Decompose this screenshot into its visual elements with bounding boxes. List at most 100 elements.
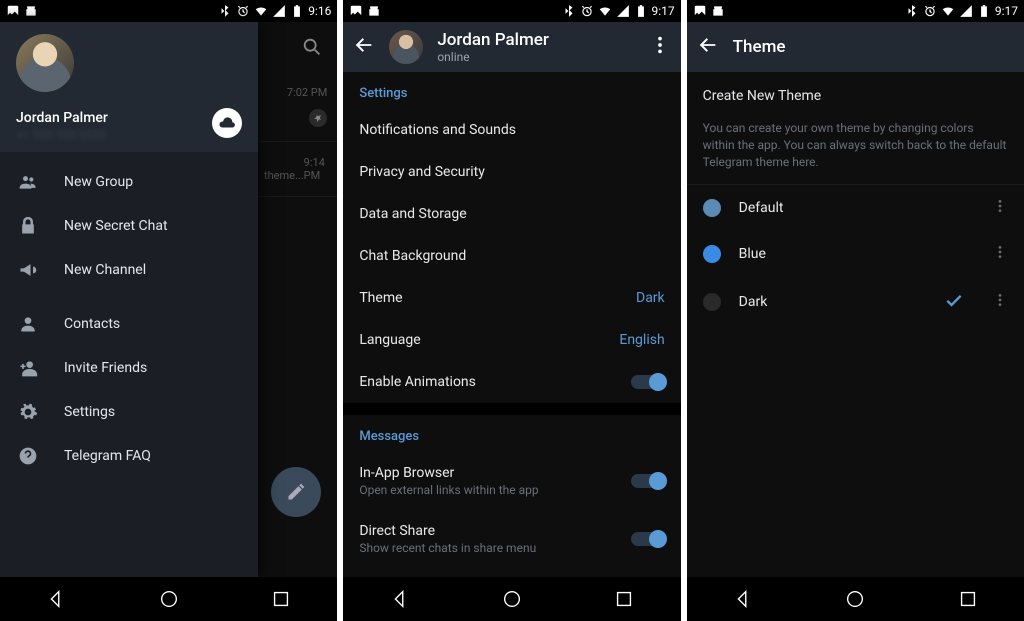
drawer-item-settings[interactable]: Settings (0, 390, 258, 434)
more-button[interactable] (649, 34, 671, 60)
nav-home-icon[interactable] (158, 588, 180, 610)
theme-more-button[interactable] (992, 244, 1008, 264)
theme-option-default[interactable]: Default (687, 185, 1024, 231)
back-button[interactable] (697, 34, 719, 60)
more-vert-icon (992, 244, 1008, 260)
more-vert-icon (992, 198, 1008, 214)
nav-home-icon[interactable] (844, 588, 866, 610)
theme-name: Blue (739, 246, 974, 262)
phone-screen-theme: 9:17 Theme Create New Theme You can crea… (687, 0, 1024, 621)
row-chat-bg[interactable]: Chat Background (343, 235, 680, 277)
chat-time: 9:14 PM (304, 156, 328, 182)
chat-row[interactable]: theme... 9:14 PM (258, 142, 337, 197)
create-theme-button[interactable]: Create New Theme (687, 72, 1024, 120)
alarm-icon (923, 4, 937, 18)
row-theme[interactable]: Theme Dark (343, 277, 680, 319)
android-nav-bar (0, 577, 337, 621)
swatch-icon (703, 293, 721, 311)
cloud-icon (218, 114, 236, 132)
avatar[interactable] (16, 34, 74, 92)
drawer-item-new-group[interactable]: New Group (0, 160, 258, 204)
row-label: Theme (359, 290, 402, 306)
app-bar: Jordan Palmer online (343, 22, 680, 72)
row-data-storage[interactable]: Data and Storage (343, 193, 680, 235)
shop-icon (24, 4, 38, 18)
status-bar: 9:16 (0, 0, 337, 22)
android-nav-bar (343, 577, 680, 621)
page-title: Theme (733, 37, 786, 57)
row-notifications[interactable]: Notifications and Sounds (343, 109, 680, 151)
signal-icon (616, 4, 630, 18)
settings-body: Settings Notifications and Sounds Privac… (343, 72, 680, 577)
drawer-label: Contacts (64, 316, 120, 332)
more-vert-icon (992, 292, 1008, 308)
alarm-icon (580, 4, 594, 18)
search-icon (301, 36, 323, 58)
section-messages: Messages (343, 415, 680, 452)
wifi-icon (598, 4, 612, 18)
image-icon (349, 4, 363, 18)
arrow-back-icon (697, 34, 719, 56)
chat-snippet: theme... (264, 169, 304, 182)
search-button[interactable] (301, 36, 323, 62)
theme-option-dark[interactable]: Dark (687, 277, 1024, 327)
nav-back-icon[interactable] (45, 588, 67, 610)
signal-icon (272, 4, 286, 18)
drawer-label: New Secret Chat (64, 218, 168, 234)
theme-body: Create New Theme You can create your own… (687, 72, 1024, 327)
drawer-item-faq[interactable]: Telegram FAQ (0, 434, 258, 478)
page-subtitle: online (437, 50, 634, 64)
row-label: Direct Share (359, 523, 536, 539)
row-label: Notifications and Sounds (359, 122, 516, 138)
row-label: Chat Background (359, 248, 466, 264)
nav-home-icon[interactable] (501, 588, 523, 610)
nav-recent-icon[interactable] (270, 588, 292, 610)
swatch-icon (703, 199, 721, 217)
theme-option-blue[interactable]: Blue (687, 231, 1024, 277)
pencil-icon (286, 482, 306, 502)
phone-screen-drawer: 9:16 Jordan Palmer +1 555 555 5555 New G… (0, 0, 337, 621)
image-icon (6, 4, 20, 18)
avatar[interactable] (389, 30, 423, 64)
status-time: 9:17 (652, 4, 675, 18)
back-button[interactable] (353, 34, 375, 60)
nav-back-icon[interactable] (732, 588, 754, 610)
drawer-header: Jordan Palmer +1 555 555 5555 (0, 22, 258, 152)
row-privacy[interactable]: Privacy and Security (343, 151, 680, 193)
row-stickers[interactable]: Stickers 22 (343, 568, 680, 577)
toggle-browser[interactable] (631, 474, 665, 488)
help-icon (18, 446, 38, 466)
user-name: Jordan Palmer (16, 110, 242, 126)
row-animations[interactable]: Enable Animations (343, 361, 680, 403)
shop-icon (711, 4, 725, 18)
drawer-label: Settings (64, 404, 115, 420)
battery-icon (977, 4, 991, 18)
image-icon (693, 4, 707, 18)
theme-more-button[interactable] (992, 292, 1008, 312)
nav-recent-icon[interactable] (957, 588, 979, 610)
row-direct-share[interactable]: Direct Share Show recent chats in share … (343, 510, 680, 568)
gear-icon (18, 402, 38, 422)
compose-fab[interactable] (271, 467, 321, 517)
toggle-animations[interactable] (631, 375, 665, 389)
saved-messages-button[interactable] (212, 108, 242, 138)
page-title: Jordan Palmer (437, 30, 634, 50)
row-inapp-browser[interactable]: In-App Browser Open external links withi… (343, 452, 680, 510)
row-label: Data and Storage (359, 206, 466, 222)
theme-name: Dark (739, 294, 926, 310)
drawer-label: Invite Friends (64, 360, 147, 376)
chat-row[interactable]: 7:02 PM (258, 72, 337, 142)
nav-recent-icon[interactable] (613, 588, 635, 610)
theme-more-button[interactable] (992, 198, 1008, 218)
arrow-back-icon (353, 34, 375, 56)
row-language[interactable]: Language English (343, 319, 680, 361)
row-value: Dark (636, 290, 665, 306)
pin-icon (309, 109, 327, 127)
toggle-share[interactable] (631, 532, 665, 546)
drawer-item-invite[interactable]: Invite Friends (0, 346, 258, 390)
drawer-item-contacts[interactable]: Contacts (0, 302, 258, 346)
row-label: Enable Animations (359, 374, 476, 390)
drawer-item-new-channel[interactable]: New Channel (0, 248, 258, 292)
drawer-item-secret-chat[interactable]: New Secret Chat (0, 204, 258, 248)
nav-back-icon[interactable] (389, 588, 411, 610)
